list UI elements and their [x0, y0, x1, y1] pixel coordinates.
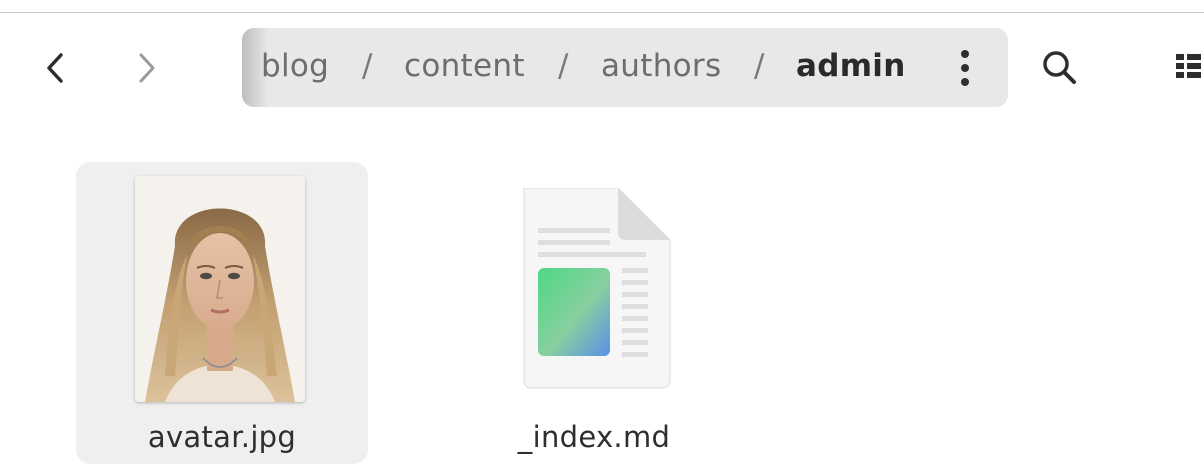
breadcrumb-separator: /	[558, 48, 569, 84]
chevron-right-icon	[139, 53, 155, 83]
file-manager-window: blog / content / authors / admin avatar.…	[0, 0, 1204, 467]
text-document-icon	[523, 188, 671, 389]
path-menu-button[interactable]	[945, 46, 985, 90]
file-item-avatar[interactable]: avatar.jpg	[76, 162, 368, 464]
view-toggle-button[interactable]	[1170, 50, 1204, 86]
breadcrumb-separator: /	[362, 48, 373, 84]
vertical-dots-icon	[961, 50, 969, 86]
search-icon	[1043, 51, 1076, 84]
breadcrumb-admin[interactable]: admin	[796, 48, 906, 84]
portrait-thumbnail-icon	[135, 176, 305, 402]
file-name-label: _index.md	[517, 420, 671, 454]
breadcrumb-content[interactable]: content	[404, 48, 525, 84]
breadcrumb-authors[interactable]: authors	[601, 48, 721, 84]
window-top-border	[0, 12, 1204, 13]
list-view-icon	[1176, 54, 1201, 78]
image-thumbnail	[135, 176, 305, 402]
path-bar: blog / content / authors / admin	[242, 28, 1008, 107]
file-name-label: avatar.jpg	[147, 420, 297, 454]
breadcrumb-separator: /	[754, 48, 765, 84]
file-item-index[interactable]: _index.md	[448, 162, 740, 464]
breadcrumb-blog[interactable]: blog	[261, 48, 329, 84]
chevron-left-icon	[47, 53, 63, 83]
back-button[interactable]	[30, 42, 82, 94]
forward-button[interactable]	[120, 42, 172, 94]
search-button[interactable]	[1034, 42, 1086, 94]
